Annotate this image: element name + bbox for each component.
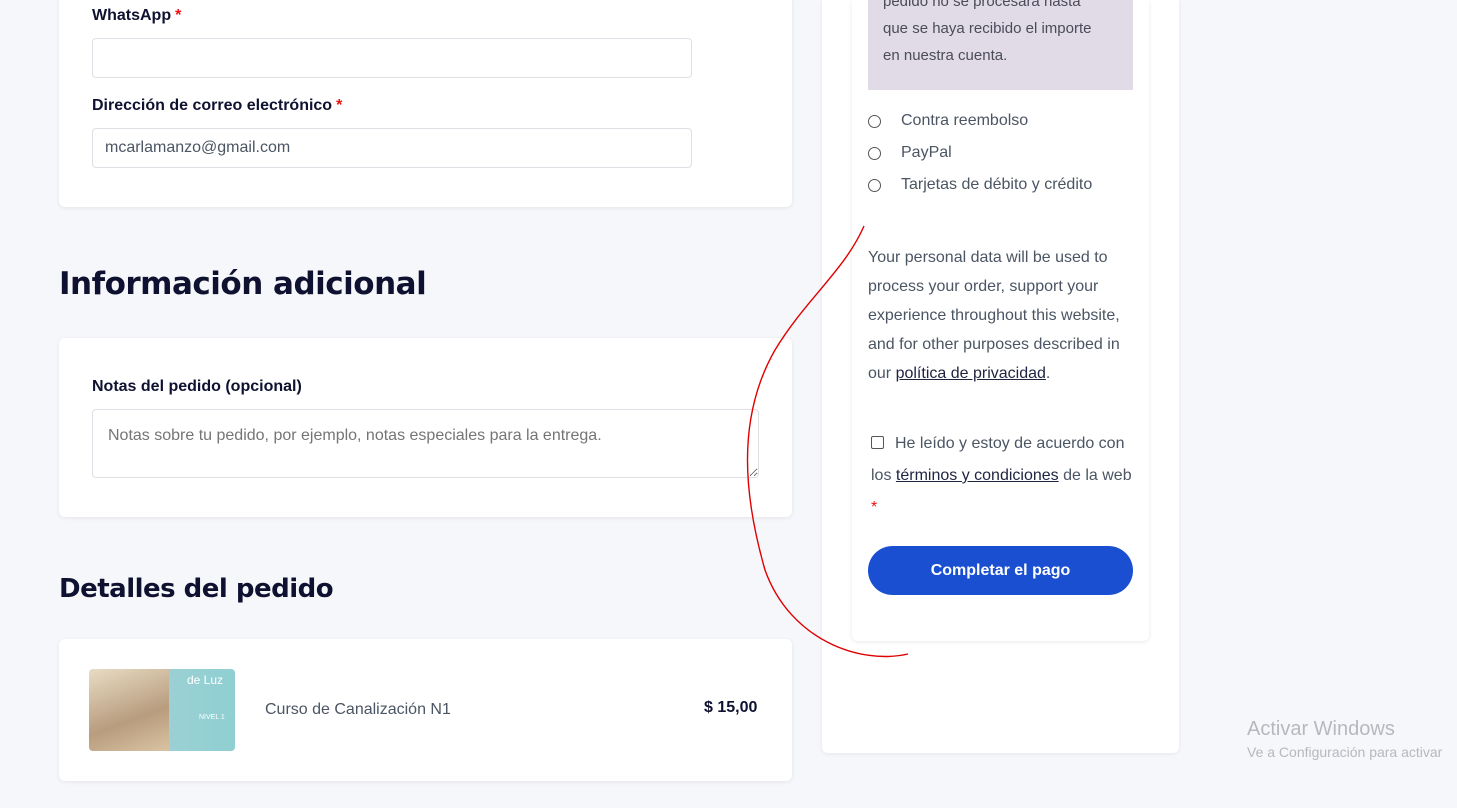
radio-button[interactable] <box>868 114 881 128</box>
privacy-period: . <box>1045 365 1051 382</box>
terms-link[interactable]: términos y condiciones <box>896 467 1059 484</box>
radio-button[interactable] <box>868 178 881 192</box>
payment-option-cod[interactable]: Contra reembolso <box>868 112 1028 130</box>
notes-label: Notas del pedido (opcional) <box>92 378 302 395</box>
required-mark: * <box>175 7 182 24</box>
product-name: Curso de Canalización N1 <box>265 701 451 718</box>
payment-notice-text: pedido no se procesará hasta que se haya… <box>883 0 1123 69</box>
complete-payment-button[interactable]: Completar el pago <box>868 546 1133 595</box>
payment-option-label: Tarjetas de débito y crédito <box>901 176 1093 193</box>
activation-watermark-title: Activar Windows <box>1247 718 1395 740</box>
required-mark: * <box>871 499 878 516</box>
notice-line: que se haya recibido el importe <box>883 20 1092 37</box>
whatsapp-label-text: WhatsApp <box>92 7 172 24</box>
order-notes-textarea[interactable] <box>92 409 759 478</box>
order-details-heading: Detalles del pedido <box>59 574 334 604</box>
notice-line: en nuestra cuenta. <box>883 47 1008 64</box>
payment-option-label: Contra reembolso <box>901 112 1029 129</box>
whatsapp-field[interactable] <box>92 38 692 78</box>
thumbnail-portrait <box>89 669 169 751</box>
required-mark: * <box>336 97 343 114</box>
privacy-policy-link[interactable]: política de privacidad <box>896 365 1046 382</box>
email-label-text: Dirección de correo electrónico <box>92 97 333 114</box>
terms-suffix: de la web <box>1063 467 1132 484</box>
thumbnail-level: NIVEL 1 <box>199 714 225 721</box>
thumbnail-title: de Luz <box>187 673 224 687</box>
payment-option-paypal[interactable]: PayPal <box>868 144 952 162</box>
whatsapp-label: WhatsApp * <box>92 7 181 25</box>
notice-line: pedido no se procesará hasta <box>883 0 1081 10</box>
activation-watermark-subtitle: Ve a Configuración para activar <box>1247 744 1443 760</box>
additional-info-heading: Información adicional <box>59 266 427 302</box>
privacy-text: Your personal data will be used to proce… <box>868 249 1120 382</box>
product-price: $ 15,00 <box>704 699 758 716</box>
email-label: Dirección de correo electrónico * <box>92 97 342 115</box>
product-thumbnail: de Luz NIVEL 1 <box>89 669 235 751</box>
payment-option-card[interactable]: Tarjetas de débito y crédito <box>868 176 1092 194</box>
terms-checkbox[interactable] <box>871 436 884 449</box>
payment-option-label: PayPal <box>901 144 952 161</box>
terms-acceptance: He leído y estoy de acuerdo con los térm… <box>871 428 1136 524</box>
radio-button[interactable] <box>868 146 881 160</box>
privacy-notice: Your personal data will be used to proce… <box>868 243 1138 388</box>
email-field[interactable] <box>92 128 692 168</box>
